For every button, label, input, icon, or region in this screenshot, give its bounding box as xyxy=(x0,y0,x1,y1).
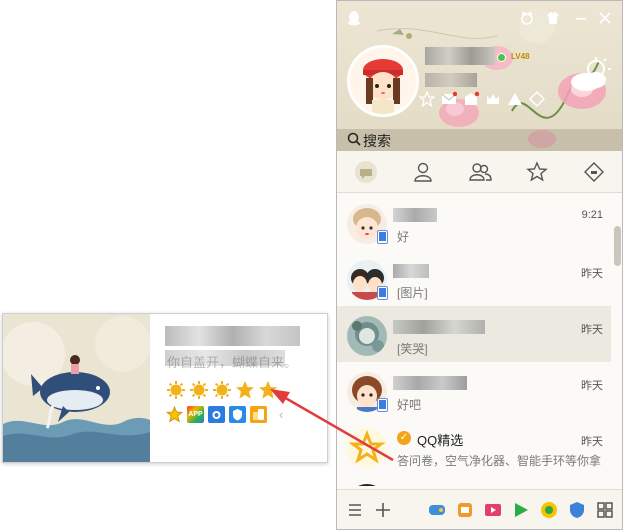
minimize-icon[interactable] xyxy=(573,10,589,26)
search-label: 搜索 xyxy=(363,133,391,149)
prev-arrow-icon[interactable]: ‹ xyxy=(279,406,283,423)
level-sun-icon xyxy=(167,381,185,399)
message-preview: [笑哭] xyxy=(397,342,428,356)
list-item[interactable]: 昨天 好吧 xyxy=(337,362,611,418)
list-scrollbar[interactable] xyxy=(613,194,622,486)
tab-messages[interactable] xyxy=(337,151,394,192)
contact-name-blurred xyxy=(393,264,429,278)
weather-cloud-sun-icon[interactable] xyxy=(568,57,612,93)
app-service-icon[interactable]: APP xyxy=(187,406,204,423)
vip-star-icon[interactable] xyxy=(419,91,435,107)
group-icon xyxy=(468,162,492,181)
shield-service-icon[interactable] xyxy=(229,406,246,423)
yellow-star-icon xyxy=(347,428,387,468)
qq-main-window: LV48 搜索 9:21 好 昨天 [图片] 昨天 [笑哭] 昨天 好吧 ✓ Q… xyxy=(336,0,623,530)
diamond-icon xyxy=(583,161,604,182)
list-item[interactable]: 昨天 [笑哭] xyxy=(337,306,611,362)
level-star-icon xyxy=(236,381,254,399)
qzone-icon[interactable] xyxy=(463,91,479,107)
popup-signature: 你自盖开，蝴蝶自来。 xyxy=(167,355,298,370)
contact-avatar xyxy=(347,316,387,356)
list-item[interactable]: ✓ QQ精选 昨天 答问卷，空气净化器、智能手环等你拿 xyxy=(337,418,611,474)
tab-groups[interactable] xyxy=(451,151,508,192)
music-icon[interactable] xyxy=(511,500,531,520)
contact-name-blurred xyxy=(393,376,467,390)
contact-avatar xyxy=(347,484,387,486)
skin-header: LV48 搜索 xyxy=(337,1,622,151)
level-star-icon xyxy=(259,381,277,399)
theme-shirt-icon[interactable] xyxy=(545,10,561,26)
list-item[interactable]: 9:21 好 xyxy=(337,194,611,250)
scroll-thumb[interactable] xyxy=(614,226,621,266)
service-icons: APP ‹ xyxy=(166,406,283,423)
message-preview: [图片] xyxy=(397,286,428,300)
app-grid-icon[interactable] xyxy=(595,500,615,520)
mail-icon[interactable] xyxy=(441,91,457,107)
app-icon[interactable] xyxy=(455,500,475,520)
menu-icon[interactable] xyxy=(345,500,365,520)
whale-girl-illustration xyxy=(3,314,150,462)
main-tab-bar xyxy=(337,151,622,193)
online-status-icon[interactable] xyxy=(497,53,506,62)
triangle-app-icon[interactable] xyxy=(507,91,523,107)
crown-icon[interactable] xyxy=(485,91,501,107)
tab-favorites[interactable] xyxy=(508,151,565,192)
grid-app-icon[interactable] xyxy=(529,91,545,107)
store-icon[interactable] xyxy=(539,500,559,520)
game-icon[interactable] xyxy=(427,500,447,520)
search-bar[interactable]: 搜索 xyxy=(337,129,622,151)
search-icon xyxy=(347,132,361,146)
coin-service-icon[interactable] xyxy=(250,406,267,423)
header-status-icons xyxy=(419,91,545,109)
message-time: 昨天 xyxy=(581,436,603,448)
skin-icon[interactable] xyxy=(519,10,535,26)
list-item[interactable] xyxy=(337,474,611,486)
camera-service-icon[interactable] xyxy=(208,406,225,423)
message-time: 昨天 xyxy=(581,324,603,336)
mobile-online-icon xyxy=(377,398,388,412)
level-sun-icon xyxy=(213,381,231,399)
message-preview: 答问卷，空气净化器、智能手环等你拿 xyxy=(397,454,602,468)
tab-apps[interactable] xyxy=(565,151,622,192)
level-badge[interactable]: LV48 xyxy=(509,51,532,63)
chat-bubble-icon xyxy=(354,160,377,183)
conversation-list: 9:21 好 昨天 [图片] 昨天 [笑哭] 昨天 好吧 ✓ QQ精选 昨天 答… xyxy=(337,194,611,486)
popup-nickname-blurred xyxy=(165,326,300,346)
video-icon[interactable] xyxy=(483,500,503,520)
message-time: 9:21 xyxy=(581,209,603,221)
user-avatar[interactable] xyxy=(347,45,419,117)
qq-penguin-logo-icon xyxy=(348,11,360,26)
nickname-blurred xyxy=(425,47,495,65)
message-preview: 好 xyxy=(397,230,410,244)
avatar-girl-red-hat-icon xyxy=(350,48,416,114)
verified-badge-icon: ✓ xyxy=(397,431,411,445)
contact-icon xyxy=(413,162,432,182)
profile-card-popup: 你自盖开，蝴蝶自来。 APP ‹ xyxy=(2,313,328,463)
message-time: 昨天 xyxy=(581,268,603,280)
star-icon xyxy=(525,160,548,182)
vip-star-service-icon[interactable] xyxy=(166,406,183,423)
message-preview: 好吧 xyxy=(397,398,422,412)
contact-name-blurred xyxy=(393,208,437,222)
close-icon[interactable] xyxy=(597,10,613,26)
mobile-online-icon xyxy=(377,286,388,300)
desktop: LV48 搜索 9:21 好 昨天 [图片] 昨天 [笑哭] 昨天 好吧 ✓ Q… xyxy=(0,0,627,530)
tab-contacts[interactable] xyxy=(394,151,451,192)
signature-blurred xyxy=(425,73,477,87)
list-item[interactable]: 昨天 [图片] xyxy=(337,250,611,306)
qq-selection-avatar xyxy=(347,428,387,468)
message-time: 昨天 xyxy=(581,380,603,392)
add-icon[interactable] xyxy=(373,500,393,520)
contact-name-blurred xyxy=(393,320,485,334)
level-sun-icon xyxy=(190,381,208,399)
bottom-toolbar xyxy=(337,489,622,529)
qq-level-icons xyxy=(166,380,278,400)
mobile-online-icon xyxy=(377,230,388,244)
security-icon[interactable] xyxy=(567,500,587,520)
conversation-title: QQ精选 xyxy=(417,433,464,448)
